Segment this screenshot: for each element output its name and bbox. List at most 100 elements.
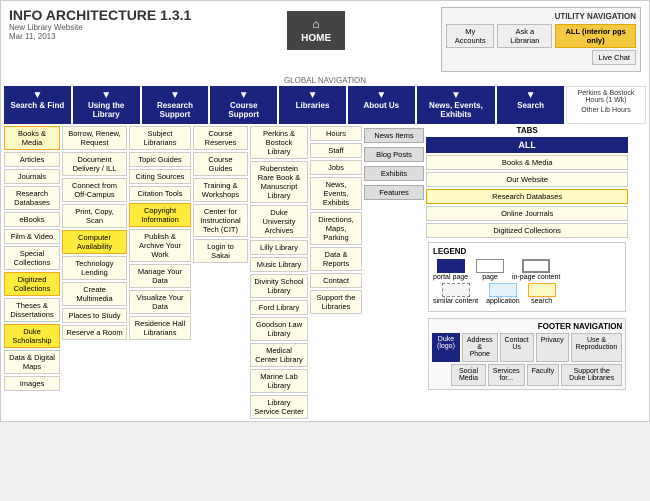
- item-hours[interactable]: Hours: [310, 126, 362, 141]
- header: INFO ARCHITECTURE 1.3.1 New Library Webs…: [1, 1, 649, 74]
- nav-search[interactable]: ▼ Search: [497, 86, 564, 124]
- item-ford[interactable]: Ford Library: [250, 300, 308, 315]
- nav-libraries[interactable]: ▼ Libraries: [279, 86, 346, 124]
- item-visualize[interactable]: Visualize Your Data: [129, 290, 191, 314]
- item-duke-scholarship[interactable]: Duke Scholarship: [4, 324, 60, 348]
- item-medical[interactable]: Medical Center Library: [250, 343, 308, 367]
- item-borrow[interactable]: Borrow, Renew, Request: [62, 126, 127, 150]
- item-contact[interactable]: Contact: [310, 273, 362, 288]
- item-residence-hall[interactable]: Residence Hall Librarians: [129, 316, 191, 340]
- item-computer-avail[interactable]: Computer Availability: [62, 230, 127, 254]
- legend-section: LEGEND portal page page in-page content: [428, 242, 626, 312]
- main-nav: ▼ Search & Find ▼ Using the Library ▼ Re…: [1, 86, 649, 124]
- item-exhibits[interactable]: Exhibits: [364, 166, 424, 181]
- item-sakai[interactable]: Login to Sakai: [193, 239, 248, 263]
- item-course-reserves[interactable]: Course Reserves: [193, 126, 248, 150]
- item-data-maps[interactable]: Data & Digital Maps: [4, 350, 60, 374]
- item-cit[interactable]: Center for Instructional Tech (CIT): [193, 204, 248, 237]
- item-support-libraries[interactable]: Support the Libraries: [310, 290, 362, 314]
- nav-using-library[interactable]: ▼ Using the Library: [73, 86, 140, 124]
- item-journals[interactable]: Journals: [4, 169, 60, 184]
- footer-duke-logo[interactable]: Duke (logo): [432, 333, 460, 362]
- item-training[interactable]: Training & Workshops: [193, 178, 248, 202]
- item-reserve-room[interactable]: Reserve a Room: [62, 325, 127, 340]
- utility-nav-title: UTILITY NAVIGATION: [446, 12, 636, 21]
- utility-nav: UTILITY NAVIGATION My Accounts Ask a Lib…: [441, 7, 641, 72]
- footer-privacy[interactable]: Privacy: [536, 333, 569, 362]
- item-copyright[interactable]: Copyright Information: [129, 203, 191, 227]
- item-topic-guides[interactable]: Topic Guides: [129, 152, 191, 167]
- live-chat-button[interactable]: Live Chat: [592, 50, 636, 65]
- item-directions[interactable]: Directions, Maps, Parking: [310, 212, 362, 245]
- tab-our-website[interactable]: Our Website: [426, 172, 628, 187]
- tab-research-db[interactable]: Research Databases: [426, 189, 628, 204]
- ask-librarian-button[interactable]: Ask a Librarian: [497, 24, 552, 48]
- item-duke-archives[interactable]: Duke University Archives: [250, 205, 308, 238]
- item-places-study[interactable]: Places to Study: [62, 308, 127, 323]
- my-accounts-button[interactable]: My Accounts: [446, 24, 494, 48]
- item-images[interactable]: Images: [4, 376, 60, 391]
- nav-research-support[interactable]: ▼ Research Support: [142, 86, 209, 124]
- footer-social[interactable]: Social Media: [451, 364, 486, 386]
- nav-news-events[interactable]: ▼ News, Events, Exhibits: [417, 86, 496, 124]
- item-doc-delivery[interactable]: Document Delivery / ILL: [62, 152, 127, 176]
- tab-digitized[interactable]: Digitized Collections: [426, 223, 628, 238]
- all-interior-button[interactable]: ALL (interior pgs only): [555, 24, 636, 48]
- item-data-reports[interactable]: Data & Reports: [310, 247, 362, 271]
- arrow-icon: ▼: [8, 91, 67, 101]
- item-tech-lending[interactable]: Technology Lending: [62, 256, 127, 280]
- item-features[interactable]: Features: [364, 185, 424, 200]
- footer-contact[interactable]: Contact Us: [500, 333, 534, 362]
- legend-portal-swatch: [437, 259, 465, 273]
- item-goodson[interactable]: Goodson Law Library: [250, 317, 308, 341]
- item-connect-offcampus[interactable]: Connect from Off-Campus: [62, 178, 127, 202]
- item-create-multi[interactable]: Create Multimedia: [62, 282, 127, 306]
- item-lilly[interactable]: Lilly Library: [250, 240, 308, 255]
- item-course-guides[interactable]: Course Guides: [193, 152, 248, 176]
- footer-faculty[interactable]: Faculty: [527, 364, 560, 386]
- item-perkins-bostock[interactable]: Perkins & Bostock Library: [250, 126, 308, 159]
- item-film-video[interactable]: Film & Video: [4, 229, 60, 244]
- item-subject-lib[interactable]: Subject Librarians: [129, 126, 191, 150]
- footer-address[interactable]: Address & Phone: [462, 333, 498, 362]
- legend-inpage: in-page content: [512, 259, 560, 281]
- item-publish[interactable]: Publish & Archive Your Work: [129, 229, 191, 262]
- item-divinity[interactable]: Divinity School Library: [250, 274, 308, 298]
- item-staff[interactable]: Staff: [310, 143, 362, 158]
- item-news-exhibits[interactable]: News, Events, Exhibits: [310, 177, 362, 210]
- arrow-icon: ▼: [283, 91, 342, 101]
- nav-search-find[interactable]: ▼ Search & Find: [4, 86, 71, 124]
- item-library-service[interactable]: Library Service Center: [250, 395, 308, 419]
- item-citing[interactable]: Citing Sources: [129, 169, 191, 184]
- tab-all[interactable]: ALL: [426, 137, 628, 153]
- item-special-coll[interactable]: Special Collections: [4, 246, 60, 270]
- item-rubenstein[interactable]: Rubenstein Rare Book & Manuscript Librar…: [250, 161, 308, 203]
- item-books-media[interactable]: Books & Media: [4, 126, 60, 150]
- item-digitized[interactable]: Digitized Collections: [4, 272, 60, 296]
- footer-services[interactable]: Services for...: [488, 364, 525, 386]
- nav-course-support[interactable]: ▼ Course Support: [210, 86, 277, 124]
- item-research-db[interactable]: Research Databases: [4, 186, 60, 210]
- legend-page: page: [476, 259, 504, 281]
- footer-support[interactable]: Support the Duke Libraries: [561, 364, 622, 386]
- item-manage-data[interactable]: Manage Your Data: [129, 264, 191, 288]
- item-blog-posts[interactable]: Blog Posts: [364, 147, 424, 162]
- item-news-items[interactable]: News Items: [364, 128, 424, 143]
- item-marine[interactable]: Marine Lab Library: [250, 369, 308, 393]
- item-articles[interactable]: Articles: [4, 152, 60, 167]
- tab-online-journals[interactable]: Online Journals: [426, 206, 628, 221]
- home-button[interactable]: ⌂ HOME: [287, 11, 345, 50]
- col-search-find: Books & Media Articles Journals Research…: [4, 126, 60, 419]
- nav-about-us[interactable]: ▼ About Us: [348, 86, 415, 124]
- perkins-hours-box: Perkins & Bostock Hours (1 Wk) Other Lib…: [566, 86, 646, 124]
- item-ebooks[interactable]: eBooks: [4, 212, 60, 227]
- item-print-copy[interactable]: Print, Copy, Scan: [62, 204, 127, 228]
- item-citation-tools[interactable]: Citation Tools: [129, 186, 191, 201]
- home-icon: ⌂: [301, 17, 331, 31]
- arrow-icon: ▼: [214, 91, 273, 101]
- footer-use[interactable]: Use & Reproduction: [571, 333, 623, 362]
- tab-books-media[interactable]: Books & Media: [426, 155, 628, 170]
- item-jobs[interactable]: Jobs: [310, 160, 362, 175]
- item-theses[interactable]: Theses & Dissertations: [4, 298, 60, 322]
- item-music[interactable]: Music Library: [250, 257, 308, 272]
